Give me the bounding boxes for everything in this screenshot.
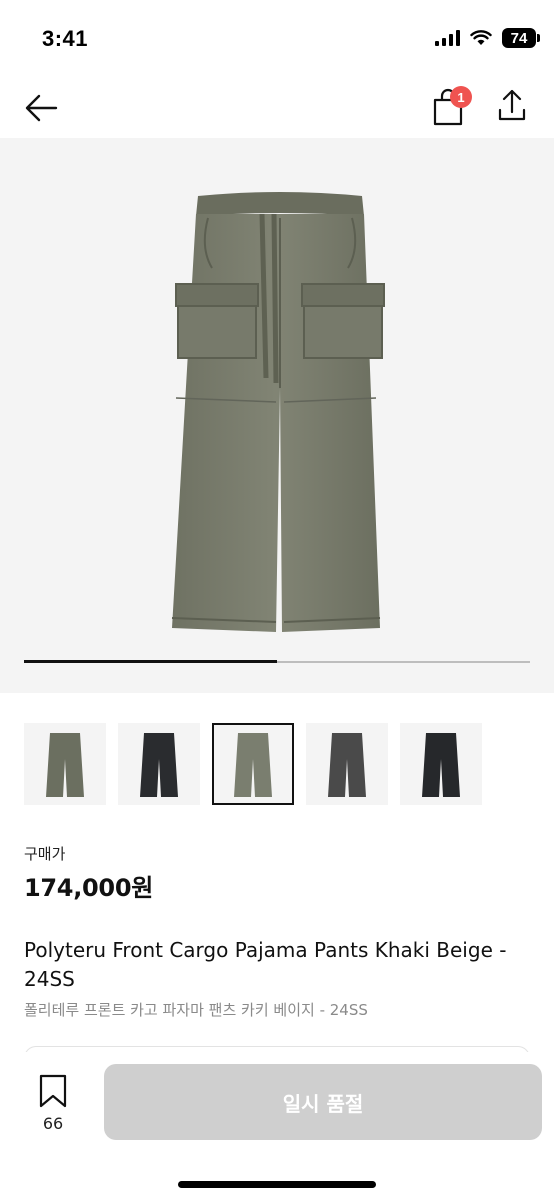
product-image-carousel[interactable] xyxy=(0,138,554,693)
cart-count-badge: 1 xyxy=(450,86,472,108)
shopping-bag-button[interactable]: 1 xyxy=(428,84,472,128)
product-title-ko: 폴리테루 프론트 카고 파자마 팬츠 카키 베이지 - 24SS xyxy=(24,1001,368,1019)
wishlist-button[interactable]: 66 xyxy=(30,1074,76,1133)
sold-out-button[interactable]: 일시 품절 xyxy=(104,1064,542,1140)
color-thumbnail[interactable] xyxy=(400,723,482,805)
pants-thumbnail-image xyxy=(46,733,84,797)
navigation-bar: 1 xyxy=(0,80,554,138)
pants-thumbnail-image xyxy=(140,733,178,797)
product-price: 174,000원 xyxy=(24,874,153,902)
carousel-progress xyxy=(24,660,530,663)
share-button[interactable] xyxy=(492,86,532,126)
cellular-signal-icon xyxy=(435,30,460,46)
color-thumbnail[interactable] xyxy=(212,723,294,805)
back-arrow-icon xyxy=(25,94,58,122)
price-label: 구매가 xyxy=(24,845,66,863)
status-icons: 74 xyxy=(435,28,540,48)
status-time: 3:41 xyxy=(42,26,89,51)
cargo-pants-image xyxy=(171,192,385,632)
pants-thumbnail-image xyxy=(422,733,460,797)
share-icon xyxy=(498,89,526,121)
carousel-progress-fill xyxy=(24,660,277,663)
color-thumbnail[interactable] xyxy=(306,723,388,805)
wifi-icon xyxy=(470,30,492,45)
bookmark-icon xyxy=(39,1074,67,1108)
home-indicator xyxy=(178,1181,376,1188)
pants-thumbnail-image xyxy=(328,733,366,797)
color-thumbnails xyxy=(24,723,482,805)
color-thumbnail[interactable] xyxy=(24,723,106,805)
product-title-en: Polyteru Front Cargo Pajama Pants Khaki … xyxy=(24,938,507,991)
back-button[interactable] xyxy=(22,88,62,128)
wishlist-count: 66 xyxy=(42,1114,64,1133)
color-thumbnail[interactable] xyxy=(118,723,200,805)
status-bar: 3:41 74 xyxy=(0,0,554,80)
battery-icon: 74 xyxy=(502,28,540,48)
bottom-action-bar: 66 일시 품절 xyxy=(0,1052,554,1200)
pants-thumbnail-image xyxy=(234,733,272,797)
